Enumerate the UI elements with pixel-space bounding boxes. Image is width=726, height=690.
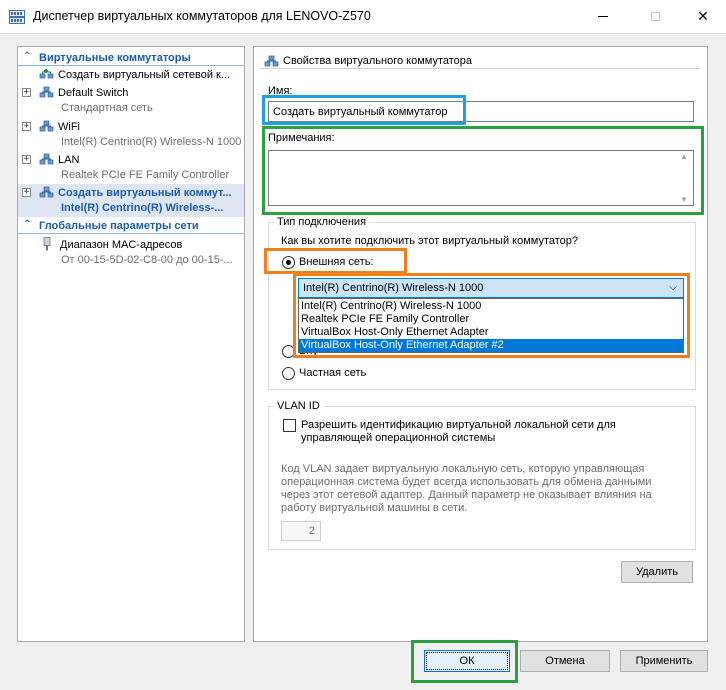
expand-plus-icon[interactable]: + xyxy=(22,88,31,97)
tree-item-lan[interactable]: + LAN Realtek PCIe FE Family Controller xyxy=(18,151,244,184)
tree-item-sublabel: Realtek PCIe FE Family Controller xyxy=(61,169,230,181)
expand-plus-icon[interactable]: + xyxy=(22,122,31,131)
vlan-group-title: VLAN ID xyxy=(274,400,323,412)
highlight-notes-field xyxy=(262,126,704,215)
tree-item-label: Default Switch xyxy=(58,87,129,99)
properties-title: Свойства виртуального коммутатора xyxy=(283,55,473,67)
tree-item-sublabel: Intel(R) Centrino(R) Wireless-... xyxy=(61,202,224,214)
vlan-hint-text: Код VLAN задает виртуальную локальную се… xyxy=(281,463,652,514)
tree-item-mac-range[interactable]: Диапазон MAC-адресов От 00-15-5D-02-C8-0… xyxy=(18,236,244,269)
tree-item-label: LAN xyxy=(58,154,80,166)
network-icon xyxy=(39,153,54,165)
connection-question: Как вы хотите подключить этот виртуальны… xyxy=(281,235,579,247)
minimize-icon xyxy=(598,16,608,17)
highlight-ok-button xyxy=(411,640,518,683)
tree-item-label: Создать виртуальный коммут... xyxy=(58,187,232,199)
highlight-external-network xyxy=(264,248,407,274)
tree-item-label: Диапазон MAC-адресов xyxy=(60,239,183,251)
collapse-chevron-icon: ⌃ xyxy=(23,219,32,230)
tree-item-default-switch[interactable]: + Default Switch Стандартная сеть xyxy=(18,84,244,117)
tree-item-new-switch-selected[interactable]: + Создать виртуальный коммут... Intel(R)… xyxy=(18,184,244,217)
network-icon xyxy=(264,55,279,67)
vlan-enable-checkbox[interactable] xyxy=(283,419,296,432)
tree-item-new-switch[interactable]: Создать виртуальный сетевой к... xyxy=(18,67,244,84)
expand-plus-icon[interactable]: + xyxy=(22,188,31,197)
maximize-icon xyxy=(650,12,660,21)
network-icon xyxy=(39,86,54,98)
minimize-button[interactable] xyxy=(580,0,626,33)
switch-tree-panel[interactable]: ⌃ Виртуальные коммутаторы Создать виртуа… xyxy=(17,46,245,642)
delete-button[interactable]: Удалить xyxy=(621,561,693,583)
add-network-icon xyxy=(39,69,54,79)
section-header-virtual-switches[interactable]: ⌃ Виртуальные коммутаторы xyxy=(18,50,244,66)
divider xyxy=(260,68,700,69)
close-button[interactable]: ✕ xyxy=(680,0,726,33)
expand-plus-icon[interactable]: + xyxy=(22,155,31,164)
connection-type-group-title: Тип подключения xyxy=(274,216,370,228)
section-header-global-settings[interactable]: ⌃ Глобальные параметры сети xyxy=(18,218,244,234)
tree-item-sublabel: Стандартная сеть xyxy=(61,102,153,114)
maximize-button[interactable] xyxy=(632,0,678,33)
apply-button[interactable]: Применить xyxy=(620,650,708,672)
window-title: Диспетчер виртуальных коммутаторов для L… xyxy=(33,9,371,23)
tree-item-sublabel: Intel(R) Centrino(R) Wireless-N 1000 xyxy=(61,136,242,148)
highlight-adapter-list xyxy=(293,273,690,358)
radio-private-network[interactable] xyxy=(282,367,295,380)
mac-address-icon xyxy=(43,237,51,251)
vlan-checkbox-label-line2: управляющей операционной системы xyxy=(301,432,496,444)
collapse-chevron-icon: ⌃ xyxy=(23,51,32,62)
close-icon: ✕ xyxy=(697,8,709,24)
cancel-button[interactable]: Отмена xyxy=(520,650,610,672)
highlight-name-field xyxy=(262,95,466,125)
private-network-label: Частная сеть xyxy=(299,367,367,379)
vlan-checkbox-label-line1: Разрешить идентификацию виртуальной лока… xyxy=(301,419,616,431)
network-icon xyxy=(39,120,54,132)
tree-item-wifi[interactable]: + WiFi Intel(R) Centrino(R) Wireless-N 1… xyxy=(18,118,244,151)
tree-item-label: WiFi xyxy=(58,121,80,133)
tree-item-label: Создать виртуальный сетевой к... xyxy=(58,69,231,81)
vlan-id-input[interactable]: 2 xyxy=(281,521,321,541)
network-icon xyxy=(39,186,54,198)
virtual-switch-app-icon xyxy=(9,10,25,24)
tree-item-sublabel: От 00-15-5D-02-C8-00 до 00-15-... xyxy=(61,254,233,266)
